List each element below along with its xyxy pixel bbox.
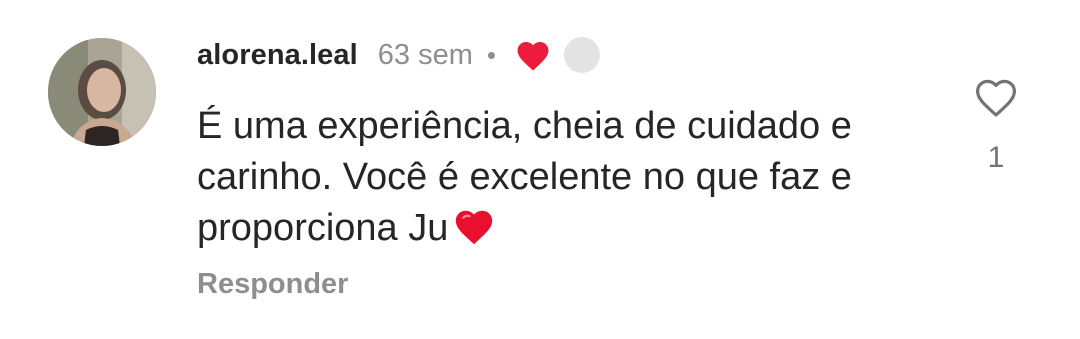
- reply-button[interactable]: Responder: [197, 268, 348, 301]
- comment-text-line: É uma experiência, cheia de cuidado e: [197, 105, 852, 147]
- red-heart-icon: [514, 38, 552, 72]
- red-heart-emoji-icon: [452, 206, 496, 246]
- username[interactable]: alorena.leal: [197, 39, 358, 72]
- comment: alorena.leal 63 sem • É uma experiência,…: [0, 0, 1080, 339]
- avatar[interactable]: [48, 38, 156, 146]
- comment-text-line-last: proporciona Ju: [197, 203, 937, 254]
- reaction-avatar-placeholder: [564, 37, 601, 73]
- separator-dot: •: [486, 39, 497, 70]
- heart-outline-icon[interactable]: [972, 75, 1020, 119]
- timestamp: 63 sem: [377, 38, 473, 71]
- comment-text-line: carinho. Você é excelente no que faz e: [197, 156, 852, 198]
- comment-header: alorena.leal 63 sem •: [197, 30, 601, 80]
- profile-photo: [48, 38, 156, 146]
- like-count: 1: [987, 141, 1005, 174]
- comment-text: É uma experiência, cheia de cuidado e ca…: [197, 101, 937, 254]
- comment-text-segment: proporciona Ju: [197, 207, 449, 249]
